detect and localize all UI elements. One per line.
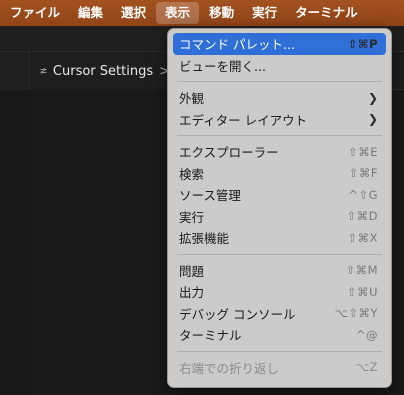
chevron-right-icon: ❯: [367, 112, 378, 127]
activity-bar: [0, 52, 30, 395]
view-menu-item[interactable]: デバッグ コンソール ⌥⇧⌘Y: [173, 303, 386, 325]
view-menu-item[interactable]: 実行 ⇧⌘D: [173, 206, 386, 228]
menu-item-label: ビューを開く...: [179, 58, 266, 74]
menu-item-shortcut: ⇧⌘F: [348, 166, 378, 181]
menu-selection[interactable]: 選択: [112, 0, 155, 26]
menu-item-shortcut: ⇧⌘M: [345, 263, 378, 278]
menu-item-shortcut: ^⇧G: [348, 187, 378, 202]
tab-title: Cursor Settings: [52, 63, 154, 79]
menu-item-shortcut: ⌥Z: [355, 360, 378, 375]
menu-item-label: ターミナル: [179, 328, 242, 344]
menu-item-shortcut: ⇧⌘U: [346, 284, 378, 299]
view-menu-item: 右端での折り返し ⌥Z: [173, 357, 386, 379]
menu-item-label: エクスプローラー: [179, 145, 279, 161]
view-menu-item[interactable]: 外観 ❯: [173, 87, 386, 109]
menu-item-shortcut: ⇧⌘P: [347, 36, 378, 51]
menu-bar: ファイル 編集 選択 表示 移動 実行 ターミナル: [0, 0, 404, 26]
chevron-right-icon: ❯: [367, 90, 378, 105]
view-menu-item[interactable]: 問題 ⇧⌘M: [173, 260, 386, 282]
menu-item-label: ソース管理: [179, 188, 241, 204]
view-menu-item[interactable]: ビューを開く...: [173, 55, 386, 77]
menu-item-label: 拡張機能: [179, 231, 230, 247]
menu-separator: [177, 135, 382, 136]
menu-item-shortcut: ⇧⌘D: [346, 209, 378, 224]
menu-item-label: コマンド パレット...: [179, 37, 295, 53]
view-menu-item[interactable]: 検索 ⇧⌘F: [173, 163, 386, 185]
menu-item-label: 右端での折り返し: [179, 360, 280, 376]
menu-item-shortcut: ⇧⌘E: [348, 144, 378, 159]
view-menu-item[interactable]: コマンド パレット... ⇧⌘P: [173, 33, 386, 55]
menu-edit[interactable]: 編集: [69, 0, 112, 26]
menu-item-label: 問題: [179, 263, 205, 279]
menu-item-label: 出力: [179, 285, 205, 301]
menu-item-label: 検索: [179, 166, 205, 182]
view-menu-item[interactable]: ソース管理 ^⇧G: [173, 184, 386, 206]
tab-left-stub[interactable]: [0, 52, 30, 90]
view-menu-item[interactable]: 出力 ⇧⌘U: [173, 281, 386, 303]
menu-separator: [177, 253, 382, 255]
tab-cursor-settings[interactable]: Cursor Settings >: [30, 52, 170, 90]
menu-item-shortcut: ⌥⇧⌘Y: [334, 306, 378, 321]
view-menu-dropdown: コマンド パレット... ⇧⌘P ビューを開く... 外観 ❯ エディター レイアウト ❯ エ…: [167, 28, 392, 388]
settings-sliders-icon: [40, 68, 47, 74]
menu-item-shortcut: ^@: [355, 327, 378, 342]
view-menu-item[interactable]: エクスプローラー ⇧⌘E: [173, 141, 386, 163]
view-menu-item[interactable]: エディター レイアウト ❯: [173, 109, 386, 131]
menu-go[interactable]: 移動: [200, 0, 243, 26]
view-menu-item[interactable]: 拡張機能 ⇧⌘X: [173, 227, 386, 249]
menu-run[interactable]: 実行: [243, 0, 286, 26]
menu-item-shortcut: ⇧⌘X: [347, 230, 378, 245]
menu-separator: [177, 81, 382, 82]
menu-view[interactable]: 表示: [156, 2, 200, 24]
menu-item-label: エディター レイアウト: [179, 112, 308, 128]
menu-item-label: 外観: [179, 91, 205, 107]
menu-item-label: デバッグ コンソール: [179, 306, 296, 322]
view-menu-item[interactable]: ターミナル ^@: [173, 324, 386, 346]
menu-separator: [177, 350, 382, 352]
menu-terminal[interactable]: ターミナル: [286, 0, 367, 26]
menu-file[interactable]: ファイル: [10, 0, 69, 26]
menu-item-label: 実行: [179, 209, 205, 225]
